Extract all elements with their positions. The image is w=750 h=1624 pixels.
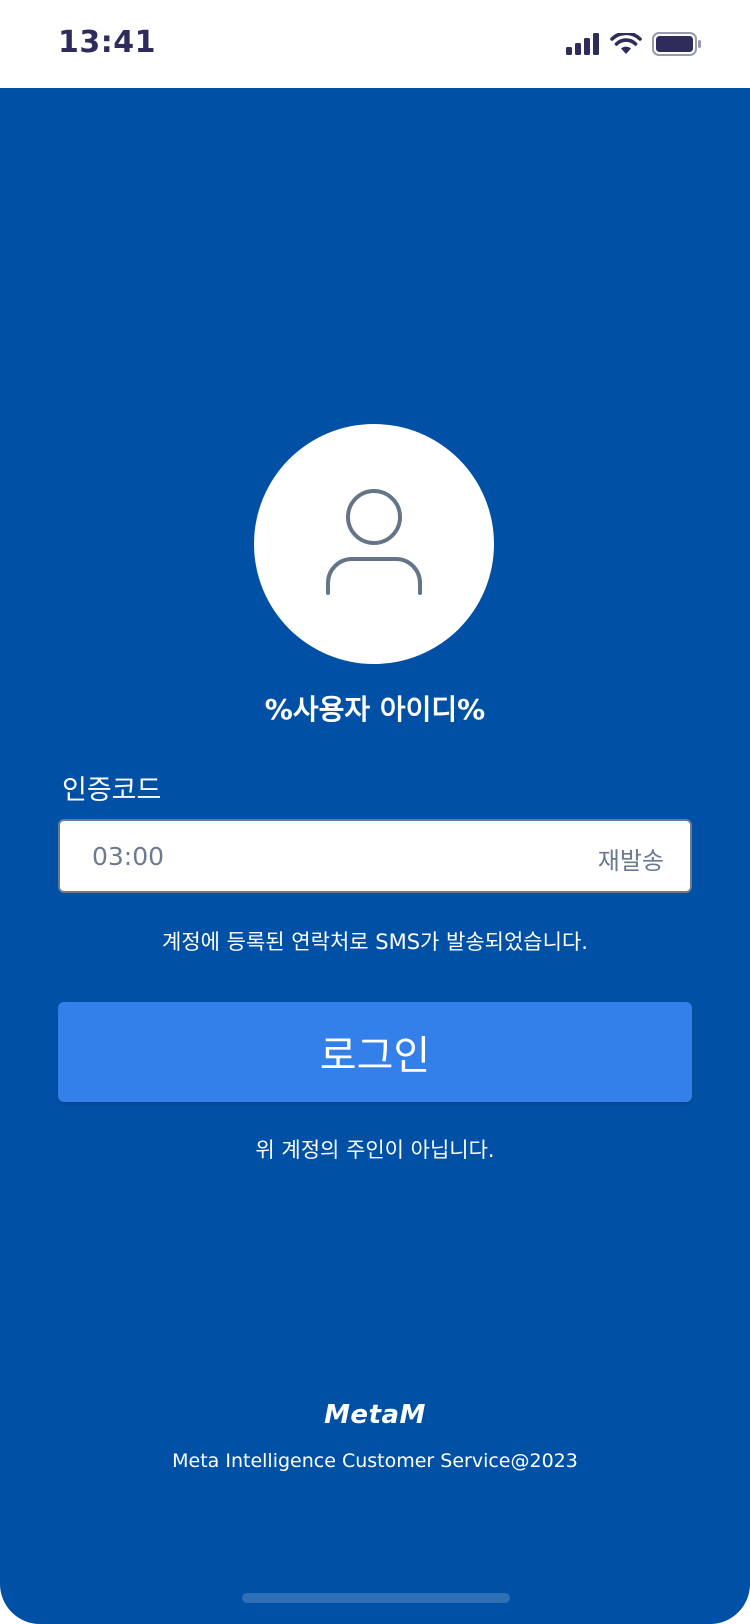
verification-code-field: 재발송	[58, 819, 692, 893]
verification-code-input[interactable]	[92, 821, 532, 891]
battery-icon	[652, 32, 702, 60]
copyright-text: Meta Intelligence Customer Service@2023	[172, 1450, 578, 1472]
home-indicator[interactable]	[242, 1593, 510, 1603]
wifi-icon	[610, 31, 642, 59]
login-button[interactable]: 로그인	[58, 1002, 692, 1102]
signal-icon	[566, 33, 600, 59]
user-icon	[324, 487, 424, 601]
login-screen: 13:41 %사용자 아이디% 인증코드 03:00 재발송 계정에 등록된 연…	[0, 0, 750, 1624]
user-id: %사용자 아이디%	[264, 693, 486, 726]
resend-button[interactable]: 재발송	[598, 841, 664, 876]
avatar	[254, 424, 494, 664]
status-time: 13:41	[58, 25, 156, 60]
verification-code-label: 인증코드	[62, 775, 162, 806]
brand-logo: MetaM	[324, 1400, 426, 1430]
sms-notice: 계정에 등록된 연락처로 SMS가 발송되었습니다.	[162, 930, 588, 954]
status-icons	[566, 31, 702, 60]
not-owner-link[interactable]: 위 계정의 주인이 아닙니다.	[0, 1134, 750, 1164]
main-panel: %사용자 아이디% 인증코드 재발송 계정에 등록된 연락처로 SMS가 발송되…	[0, 88, 750, 1624]
status-bar: 13:41	[0, 0, 750, 88]
